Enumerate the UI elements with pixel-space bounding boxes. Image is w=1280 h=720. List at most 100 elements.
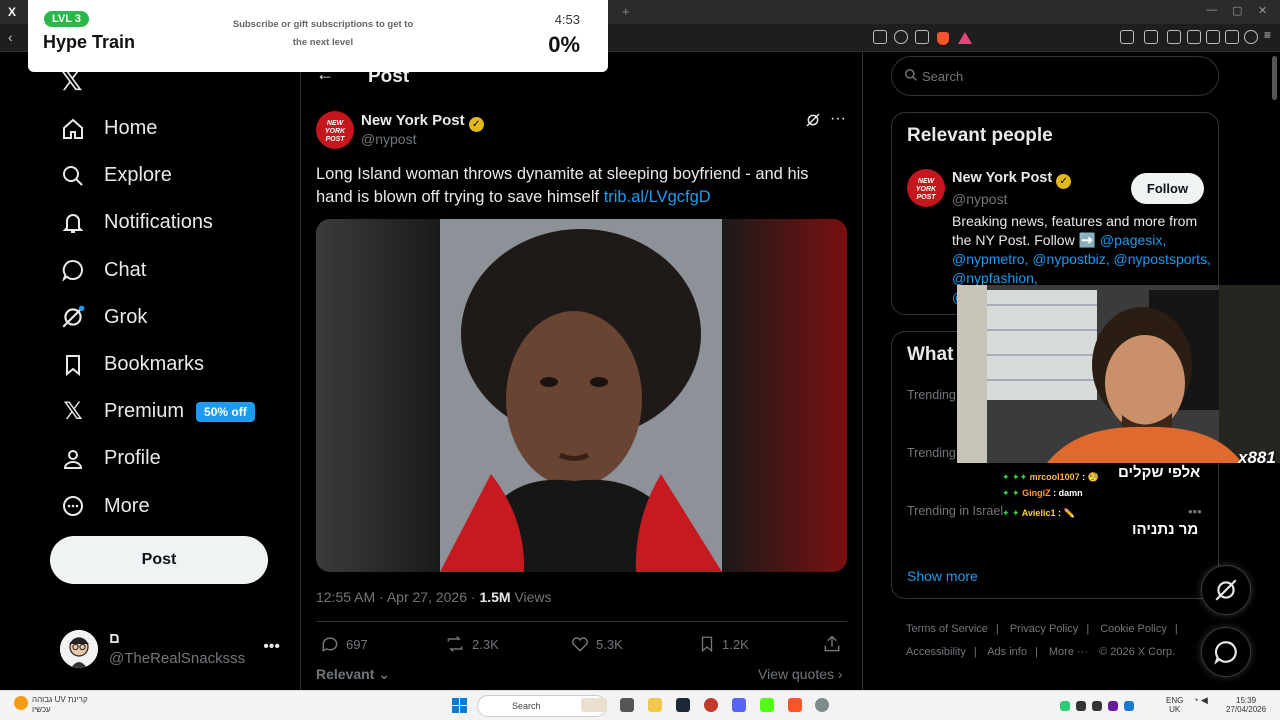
more-dots-icon[interactable]: ••• [263, 638, 280, 656]
reply-button[interactable]: 697 [320, 634, 368, 654]
brave-rewards-icon[interactable] [958, 32, 972, 44]
repost-button[interactable]: 2.3K [444, 634, 499, 654]
tweet-author-avatar[interactable]: NEW YORK POST [316, 111, 354, 149]
sidebar-icon[interactable] [1187, 30, 1201, 44]
chat-fab-button[interactable] [1201, 627, 1251, 677]
more-dots-icon[interactable]: ••• [1188, 504, 1202, 519]
browser-back-icon[interactable]: ‹ [8, 29, 13, 45]
sidebar-item-home[interactable]: Home [58, 105, 255, 152]
more-link[interactable]: More ··· [1049, 646, 1088, 658]
file-explorer-icon[interactable] [648, 698, 662, 712]
heart-icon [572, 637, 588, 652]
tweet-link[interactable]: trib.al/LVgcfgD [604, 188, 711, 206]
tweet-author-name[interactable]: New York Post ✓ [361, 112, 484, 132]
sidebar-item-label: Grok [104, 305, 148, 328]
sidebar-item-more[interactable]: More [58, 483, 255, 530]
wallet-icon[interactable] [1206, 30, 1220, 44]
discord-icon[interactable] [732, 698, 746, 712]
trend-category[interactable]: Trending [907, 446, 956, 460]
share-icon[interactable] [915, 30, 929, 44]
privacy-link[interactable]: Privacy Policy [1010, 623, 1078, 635]
scrollbar[interactable] [1272, 56, 1277, 100]
account-switcher[interactable]: ם @TheRealSnacksss ••• [60, 628, 290, 670]
search-icon [58, 161, 88, 191]
close-window-icon[interactable]: ✕ [1258, 4, 1267, 17]
windows-start-icon[interactable] [452, 698, 467, 713]
vpn-icon[interactable] [1244, 30, 1258, 44]
verified-badge-icon: ✓ [1056, 174, 1072, 189]
tray-icon[interactable] [1076, 701, 1086, 711]
weather-icon[interactable] [14, 696, 28, 710]
tray-icon[interactable] [1060, 701, 1070, 711]
sort-dropdown[interactable]: Relevant ⌄ [316, 666, 390, 683]
viewer-count: x881 [1238, 448, 1276, 467]
trend-category[interactable]: Trending [907, 388, 956, 402]
tweet-author-handle[interactable]: @nypost [361, 131, 416, 147]
tray-icon[interactable] [1092, 701, 1102, 711]
reply-icon [322, 637, 338, 652]
grok-icon[interactable] [805, 112, 821, 133]
extension-icon[interactable] [1120, 30, 1134, 44]
sidebar-item-label: Chat [104, 258, 147, 281]
follow-button[interactable]: Follow [1131, 173, 1204, 204]
tray-icon[interactable] [1108, 701, 1118, 711]
maximize-icon[interactable]: ▢ [1232, 4, 1242, 17]
show-more-link[interactable]: Show more [907, 568, 978, 584]
weather-text[interactable]: קרינת UV גבוהה עכשיו [32, 695, 88, 715]
sidebar-nav: Home Explore Notifications Chat Grok Boo… [58, 105, 255, 530]
cookie-link[interactable]: Cookie Policy [1100, 623, 1167, 635]
grok-fab-button[interactable] [1201, 565, 1251, 615]
person-name[interactable]: New York Post ✓ [952, 170, 1072, 189]
kick-icon[interactable] [760, 698, 774, 712]
bookmark-icon [701, 636, 713, 653]
tray-icon[interactable] [1124, 701, 1134, 711]
music-icon[interactable] [1167, 30, 1181, 44]
sidebar-item-premium[interactable]: 𝕏 Premium 50% off [58, 388, 255, 435]
extension-icon[interactable] [1144, 30, 1158, 44]
terms-link[interactable]: Terms of Service [906, 623, 988, 635]
divider [316, 621, 847, 622]
task-view-icon[interactable] [620, 698, 634, 712]
avatar[interactable]: NEW YORK POST [907, 169, 945, 207]
sidebar-item-profile[interactable]: Profile [58, 435, 255, 482]
tweet-meta: 12:55 AM · Apr 27, 2026 · 1.5M Views [316, 589, 552, 605]
view-quotes-link[interactable]: View quotes › [758, 666, 843, 682]
sidebar-item-grok[interactable]: Grok [58, 294, 255, 341]
steam-icon[interactable] [676, 698, 690, 712]
accessibility-link[interactable]: Accessibility [906, 646, 966, 658]
sidebar-item-label: Premium [104, 400, 185, 423]
person-handle[interactable]: @nypost [952, 191, 1007, 207]
ai-icon[interactable] [1225, 30, 1239, 44]
sidebar-item-chat[interactable]: Chat [58, 247, 255, 294]
person-icon [58, 444, 88, 474]
minimize-icon[interactable]: — [1206, 4, 1217, 16]
widget-icon[interactable] [581, 698, 607, 712]
x-tab-favicon[interactable]: X [8, 5, 16, 19]
sidebar-item-bookmarks[interactable]: Bookmarks [58, 341, 255, 388]
trend-category[interactable]: Trending in Israel [907, 504, 1003, 518]
bookmark-button[interactable]: 1.2K [698, 634, 749, 654]
menu-icon[interactable]: ≡ [1264, 28, 1278, 42]
clock[interactable]: 15:39 27/04/2026 [1226, 696, 1266, 714]
zoom-icon[interactable] [894, 30, 908, 44]
brave-icon[interactable] [788, 698, 802, 712]
more-dots-icon[interactable]: ··· [830, 110, 846, 128]
search-input[interactable]: Search [891, 56, 1219, 96]
brave-shield-icon[interactable] [937, 32, 949, 45]
new-tab-button[interactable]: + [622, 4, 630, 19]
wifi-icon[interactable]: ◔ ◀ [1193, 696, 1208, 705]
views-count: 1.5M [479, 589, 511, 605]
reader-icon[interactable] [873, 30, 887, 44]
ads-info-link[interactable]: Ads info [987, 646, 1027, 658]
like-button[interactable]: 5.3K [570, 634, 623, 654]
language-indicator[interactable]: ENG UK [1166, 696, 1183, 714]
settings-gear-icon[interactable] [815, 698, 829, 712]
sidebar-item-explore[interactable]: Explore [58, 152, 255, 199]
obs-icon[interactable] [704, 698, 718, 712]
card-title: What [907, 344, 954, 365]
hype-subtitle: Subscribe or gift subscriptions to get t… [232, 19, 414, 48]
sidebar-item-notifications[interactable]: Notifications [58, 199, 255, 246]
share-button[interactable] [822, 634, 848, 654]
tweet-image[interactable] [316, 219, 847, 572]
post-button[interactable]: Post [50, 536, 268, 584]
